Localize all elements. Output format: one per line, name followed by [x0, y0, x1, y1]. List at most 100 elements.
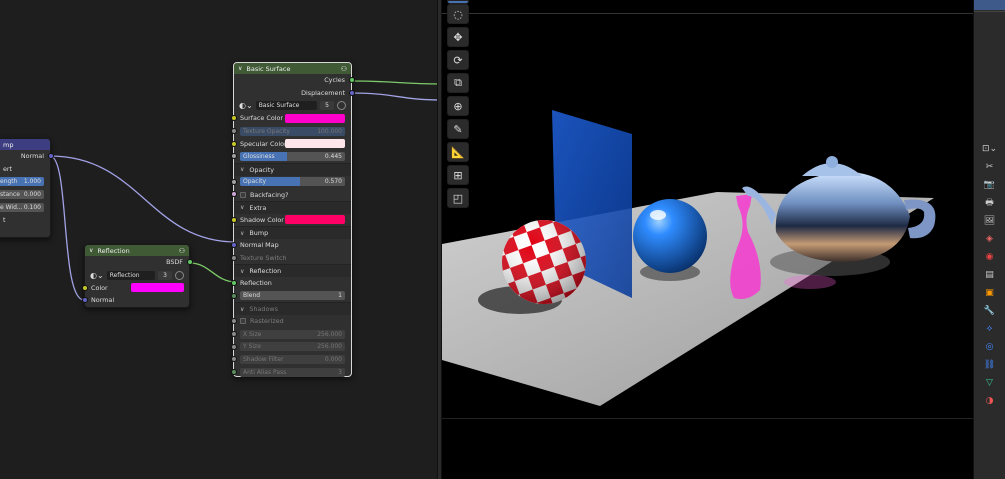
panel-reflection[interactable]: ∨ Reflection	[234, 264, 351, 277]
reflection-node[interactable]: ∨ Reflection ⚇ BSDF ◐⌄ Reflection 3 Colo…	[81, 244, 193, 308]
fake-user-icon[interactable]	[175, 270, 184, 280]
measure-icon[interactable]: 📐	[447, 142, 469, 162]
input-socket[interactable]	[230, 140, 237, 147]
panel-bump[interactable]: ∨ Bump	[234, 226, 351, 239]
node-editor[interactable]: mp Normal ert ength 1.000 stance 0.000 e…	[0, 0, 442, 479]
input-socket[interactable]	[230, 292, 237, 299]
input-socket[interactable]	[230, 153, 237, 160]
data-icon[interactable]: ▽	[983, 376, 997, 390]
editor-type-icon[interactable]: ⊡⌄	[982, 142, 997, 156]
properties-editor[interactable]: ⊡⌄ ✂ 📷 🖶 🖼 ◈ ◉ ▤ ▣ 🔧 ⟡ ◎ ⛓ ▽ ◑	[973, 0, 1005, 479]
input-socket[interactable]	[230, 128, 237, 135]
chevron-down-icon: ∨	[240, 166, 245, 174]
tool-icon[interactable]: ✂	[983, 160, 997, 174]
panel-shadows[interactable]: ∨ Shadows	[234, 302, 351, 316]
node-header[interactable]: mp	[0, 139, 50, 150]
checkbox-label: Rasterized	[250, 317, 284, 326]
opacity-row: Opacity 0.570	[230, 176, 351, 189]
panel-title: Reflection	[249, 267, 282, 276]
object-icon[interactable]: ▣	[983, 286, 997, 300]
output-socket[interactable]	[47, 153, 54, 160]
filter-width-field[interactable]: e Wid... 0.100	[0, 202, 44, 212]
xsize-field[interactable]: X Size 256.000	[240, 329, 345, 339]
opacity-field[interactable]: Opacity 0.570	[240, 177, 345, 187]
panel-extra[interactable]: ∨ Extra	[234, 200, 351, 214]
rendered-scene[interactable]	[442, 0, 973, 479]
add-cube-icon[interactable]: ⊞	[447, 165, 469, 185]
field-label: Texture Opacity	[243, 127, 290, 135]
fillet-icon[interactable]: ◰	[447, 188, 469, 208]
constraints-icon[interactable]: ⛓	[983, 358, 997, 372]
color-swatch[interactable]	[131, 283, 184, 293]
fake-user-icon[interactable]	[337, 101, 346, 111]
physics-icon[interactable]: ◎	[983, 340, 997, 354]
field-value: 256.000	[317, 330, 342, 338]
output-socket[interactable]	[186, 259, 193, 266]
input-socket[interactable]	[230, 331, 237, 338]
3d-viewport[interactable]: ◌ ✥ ⟳ ⧉ ⊕ ✎ 📐 ⊞ ◰	[442, 0, 973, 479]
blend-field[interactable]: Blend 1	[240, 291, 345, 301]
input-socket[interactable]	[230, 242, 237, 249]
input-socket[interactable]	[81, 297, 88, 304]
node-group-selector[interactable]: ◐⌄ Reflection 3	[90, 270, 184, 280]
move-icon[interactable]: ✥	[447, 27, 469, 47]
chevron-down-icon[interactable]: ∨	[89, 247, 93, 254]
user-count[interactable]: 3	[158, 270, 172, 280]
input-socket[interactable]	[230, 369, 237, 376]
blue-sphere	[633, 199, 707, 273]
surface-color-swatch[interactable]	[285, 113, 345, 123]
annotate-icon[interactable]: ✎	[447, 119, 469, 139]
input-socket[interactable]	[230, 115, 237, 122]
output-socket[interactable]	[348, 77, 355, 84]
shadow-filter-field[interactable]: Shadow Filter 0.000	[240, 354, 345, 364]
output-icon[interactable]: 🖶	[983, 196, 997, 210]
rotate-icon[interactable]: ⟳	[447, 50, 469, 70]
view-layer-icon[interactable]: 🖼	[983, 214, 997, 228]
input-socket[interactable]	[230, 343, 237, 350]
world-icon[interactable]: ◉	[983, 250, 997, 264]
node-group-selector[interactable]: ◐⌄ Basic Surface 5	[239, 101, 346, 111]
input-socket[interactable]	[230, 191, 237, 198]
datablock-name[interactable]: Basic Surface	[255, 101, 317, 111]
specular-color-swatch[interactable]	[285, 139, 345, 149]
shadow-color-swatch[interactable]	[285, 215, 345, 225]
input-socket[interactable]	[230, 178, 237, 185]
surface-color-row: Surface Color	[230, 112, 351, 125]
input-socket[interactable]	[230, 254, 237, 261]
user-count[interactable]: 5	[320, 101, 334, 111]
field-label: X Size	[243, 330, 262, 338]
input-socket[interactable]	[230, 356, 237, 363]
field-value: 0.570	[324, 178, 342, 186]
collection-icon[interactable]: ▤	[983, 268, 997, 282]
select-circle-icon[interactable]: ◌	[447, 4, 469, 24]
texture-opacity-field[interactable]: Texture Opacity 100.000	[240, 126, 345, 136]
output-socket[interactable]	[348, 89, 355, 96]
strength-field[interactable]: ength 1.000	[0, 177, 44, 187]
vector-bump-node[interactable]: mp Normal ert ength 1.000 stance 0.000 e…	[0, 138, 54, 238]
datablock-name[interactable]: Reflection	[106, 270, 155, 280]
rasterized-checkbox[interactable]	[240, 318, 246, 325]
ysize-field[interactable]: Y Size 256.000	[240, 342, 345, 352]
render-icon[interactable]: 📷	[983, 178, 997, 192]
transform-icon[interactable]: ⊕	[447, 96, 469, 116]
input-socket[interactable]	[230, 318, 237, 325]
reflection-input-row: Reflection	[230, 277, 351, 290]
scale-icon[interactable]: ⧉	[447, 73, 469, 93]
input-socket[interactable]	[230, 216, 237, 223]
chevron-down-icon[interactable]: ∨	[238, 65, 242, 72]
node-header[interactable]: ∨ Basic Surface ⚇	[234, 63, 351, 74]
distance-field[interactable]: stance 0.000	[0, 189, 44, 199]
input-socket[interactable]	[81, 284, 88, 291]
input-socket[interactable]	[230, 280, 237, 287]
backfacing-checkbox[interactable]	[240, 191, 246, 198]
scene-icon[interactable]: ◈	[983, 232, 997, 246]
glossiness-field[interactable]: Glossiness 0.445	[240, 151, 345, 161]
panel-opacity[interactable]: ∨ Opacity	[234, 162, 351, 176]
basic-surface-node[interactable]: ∨ Basic Surface ⚇ Cycles Displacement ◐⌄…	[230, 62, 355, 377]
field-value: 0.100	[23, 203, 41, 211]
node-header[interactable]: ∨ Reflection ⚇	[85, 245, 189, 256]
material-icon[interactable]: ◑	[983, 394, 997, 408]
anti-alias-field[interactable]: Anti Alias Pass 3	[240, 367, 345, 377]
particles-icon[interactable]: ⟡	[983, 322, 997, 336]
modifier-icon[interactable]: 🔧	[983, 304, 997, 318]
